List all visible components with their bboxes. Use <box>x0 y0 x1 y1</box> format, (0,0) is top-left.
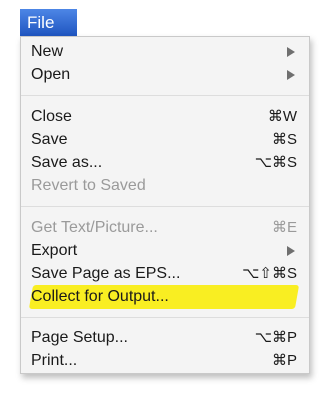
menu-item-shortcut: ⌘W <box>267 108 297 125</box>
menu-separator <box>21 317 309 319</box>
menu-item-shortcut: ⌥⌘S <box>254 154 297 171</box>
menu-item-label: Save Page as EPS... <box>31 265 181 282</box>
menu-separator <box>21 95 309 97</box>
menu-item-shortcut: ⌘P <box>271 352 297 369</box>
menu-item-print[interactable]: Print... ⌘P <box>31 350 297 372</box>
menu-item-label: Print... <box>31 352 78 369</box>
arrow-right-icon <box>287 70 295 80</box>
menu-item-save[interactable]: Save ⌘S <box>31 129 297 151</box>
menu-item-page-setup[interactable]: Page Setup... ⌥⌘P <box>31 327 297 349</box>
menu-item-label: Save as... <box>31 154 103 171</box>
arrow-right-icon <box>287 47 295 57</box>
menu-item-label: Open <box>31 66 71 83</box>
menu-item-export[interactable]: Export <box>31 240 297 262</box>
menu-item-label: New <box>31 43 64 60</box>
menu-separator <box>21 206 309 208</box>
menu-item-label: Collect for Output... <box>31 288 169 305</box>
menu-item-open[interactable]: Open <box>31 64 297 86</box>
menu-item-save-page-as-eps[interactable]: Save Page as EPS... ⌥⇧⌘S <box>31 263 297 285</box>
menu-item-label: Save <box>31 131 68 148</box>
file-menu-title[interactable]: File <box>20 9 77 36</box>
menu-item-shortcut: ⌘S <box>271 131 297 148</box>
menu-item-label: Revert to Saved <box>31 177 146 194</box>
menu-item-shortcut: ⌥⌘P <box>254 329 297 346</box>
menu-item-label: Close <box>31 108 72 125</box>
file-menu-dropdown: New Open Close ⌘W Save ⌘S Save as... ⌥⌘S… <box>20 36 310 374</box>
menu-item-label: Page Setup... <box>31 329 128 346</box>
menu-item-save-as[interactable]: Save as... ⌥⌘S <box>31 152 297 174</box>
menu-item-label: Export <box>31 242 78 259</box>
arrow-right-icon <box>287 246 295 256</box>
menu-item-get-text-picture: Get Text/Picture... ⌘E <box>31 217 297 239</box>
menu-item-close[interactable]: Close ⌘W <box>31 106 297 128</box>
menu-item-revert-to-saved: Revert to Saved <box>31 175 297 197</box>
menu-item-shortcut: ⌥⇧⌘S <box>242 265 297 282</box>
menu-item-new[interactable]: New <box>31 41 297 63</box>
menu-item-collect-for-output[interactable]: Collect for Output... <box>28 285 300 309</box>
menu-item-shortcut: ⌘E <box>271 219 297 236</box>
menu-item-label: Get Text/Picture... <box>31 219 158 236</box>
